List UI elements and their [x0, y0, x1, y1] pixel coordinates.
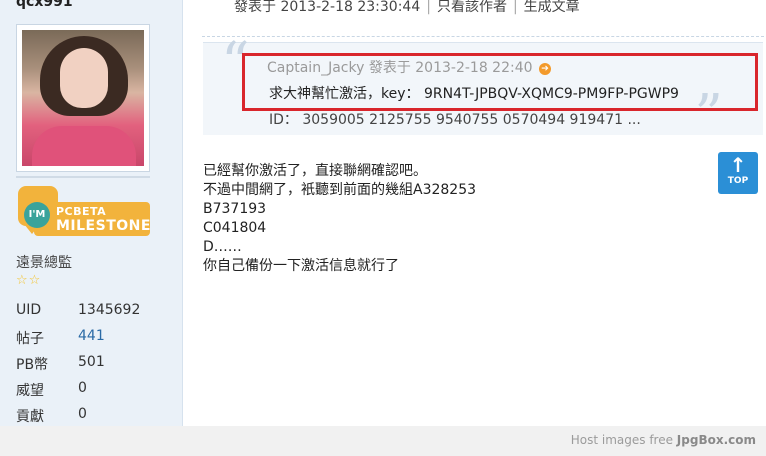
post-time: 發表于 2013-2-18 23:30:44 [234, 0, 421, 15]
stat-posts: 帖子 441 [16, 328, 166, 354]
post-meta: 發表于 2013-2-18 23:30:44 | 只看該作者 | 生成文章 [234, 0, 580, 15]
badge-line2: MILESTONE [56, 218, 151, 234]
generate-article-link[interactable]: 生成文章 [524, 0, 580, 15]
stat-value: 0 [78, 380, 87, 396]
stat-pb-coins: PB幣 501 [16, 354, 166, 380]
author-sidebar: qcx991 I'M PCBETA MILESTONE 遠景總監 ☆☆ UID … [0, 0, 183, 426]
stat-value: 501 [78, 354, 105, 370]
stat-label: PB幣 [16, 357, 49, 373]
watermark-prefix: Host images free [570, 433, 677, 447]
watermark: Host images free JpgBox.com [571, 433, 756, 447]
stat-posts-link[interactable]: 441 [78, 328, 105, 354]
divider [202, 36, 764, 37]
avatar-image [22, 30, 144, 166]
back-to-top-button[interactable]: ↑ TOP [718, 152, 758, 194]
username[interactable]: qcx991 [16, 0, 73, 10]
quote-id-line: ID： 3059005 2125755 9540755 0570494 9194… [269, 112, 641, 128]
reply-line: D…… [203, 239, 242, 255]
arrow-up-icon: ↑ [729, 153, 747, 177]
user-stats: UID 1345692 帖子 441 PB幣 501 威望 0 貢獻 0 [16, 302, 166, 432]
reply-line: C041804 [203, 220, 267, 236]
stat-value: 1345692 [78, 302, 141, 318]
highlight-box [242, 53, 758, 111]
avatar-divider [16, 172, 150, 178]
avatar[interactable] [16, 24, 150, 172]
milestone-badge: I'M PCBETA MILESTONE [16, 186, 150, 238]
reply-line: 你自己備份一下激活信息就行了 [203, 258, 399, 274]
watermark-brand: JpgBox.com [676, 433, 756, 447]
reply-line: 已經幫你激活了，直接聯網確認吧。 [203, 163, 427, 179]
reply-line: B737193 [203, 201, 267, 217]
stat-uid: UID 1345692 [16, 302, 166, 328]
reply-line: 不過中間網了，衹聽到前面的幾組A328253 [203, 182, 477, 198]
watermark-bar: Host images free JpgBox.com [0, 426, 766, 456]
stat-label: 帖子 [16, 331, 44, 347]
top-label: TOP [727, 176, 749, 186]
badge-circle-text: I'M [24, 202, 50, 228]
stat-label: 威望 [16, 383, 44, 399]
stat-prestige: 威望 0 [16, 380, 166, 406]
only-author-link[interactable]: 只看該作者 [437, 0, 507, 15]
rank-stars-icon: ☆☆ [16, 273, 42, 288]
badge-line1: PCBETA [56, 205, 107, 218]
user-rank[interactable]: 遠景總監 [16, 252, 72, 272]
stat-label: UID [16, 302, 42, 318]
reply-content: 已經幫你激活了，直接聯網確認吧。 不過中間網了，衹聽到前面的幾組A328253 … [203, 162, 476, 276]
